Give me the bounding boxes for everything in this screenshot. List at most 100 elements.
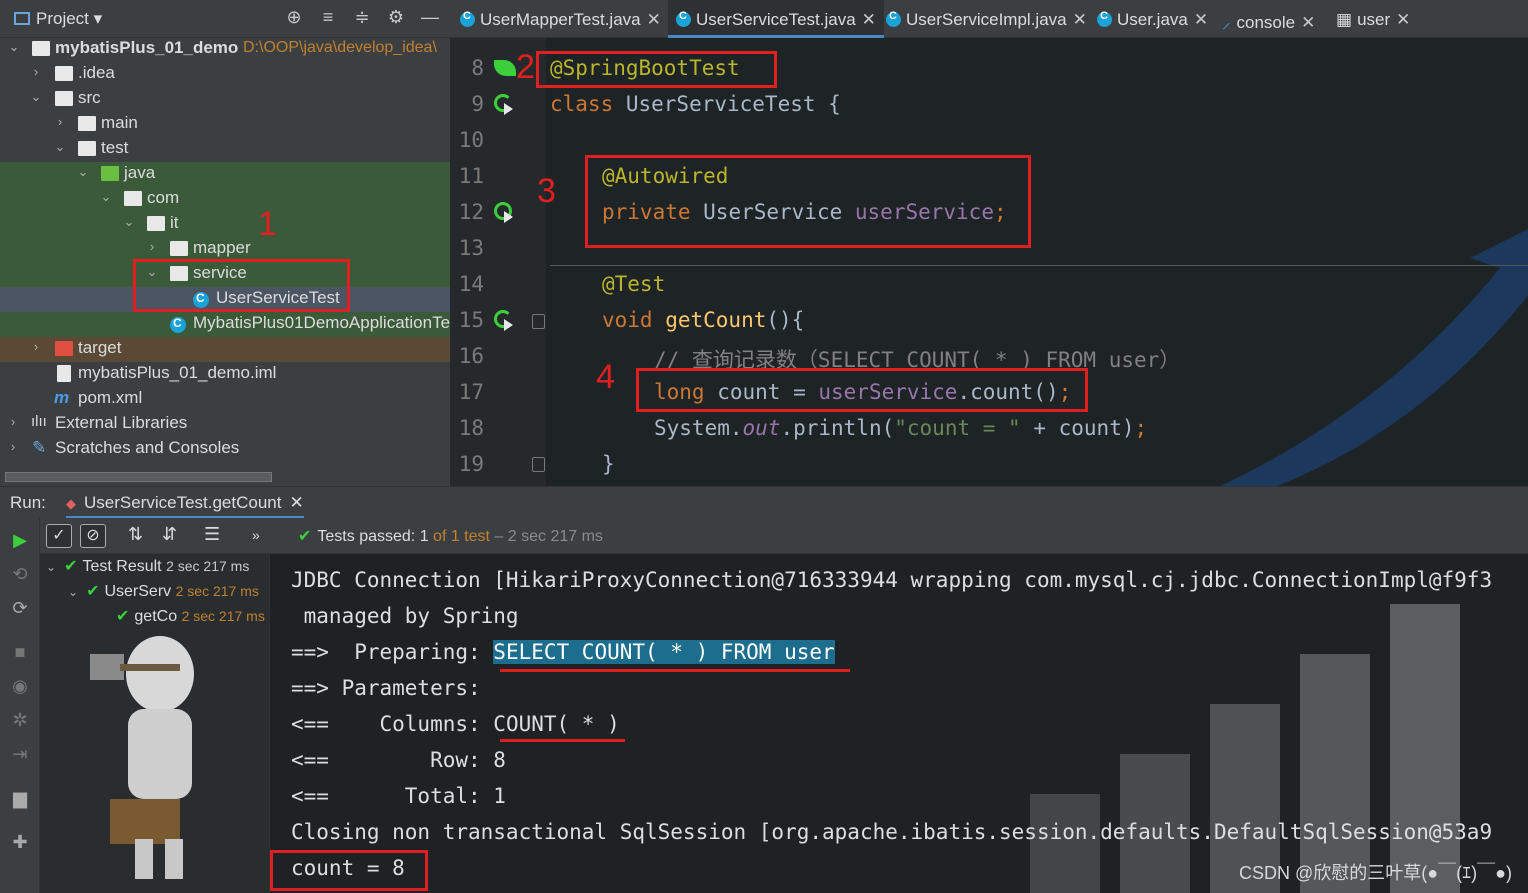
maven-icon: m — [54, 388, 70, 407]
check-icon: ✔ — [64, 558, 78, 575]
code-line-14: @Test — [602, 272, 666, 296]
show-passed-button[interactable]: ✓ — [46, 524, 72, 548]
background-bars-decoration — [1030, 604, 1460, 893]
rerun-failed-icon[interactable]: ⟲ — [11, 564, 29, 584]
expand-all-icon[interactable]: ≡ — [318, 7, 338, 28]
locate-icon[interactable]: ⊕ — [284, 7, 304, 28]
run-class-icon[interactable] — [494, 94, 516, 116]
tree-node-root[interactable]: ⌄ mybatisPlus_01_demo D:\OOP\java\develo… — [0, 37, 450, 62]
rerun-icon[interactable]: ▶ — [11, 530, 29, 550]
layout-icon[interactable]: ▆ — [11, 788, 29, 808]
test-node-method[interactable]: ✔ getCo 2 sec 217 ms — [116, 606, 265, 631]
tree-node-app-test[interactable]: MybatisPlus01DemoApplicationTe — [0, 312, 450, 337]
folder-icon — [78, 116, 96, 131]
package-icon — [170, 241, 188, 256]
tab-user-service-impl[interactable]: UserServiceImpl.java✕ — [886, 0, 1087, 38]
tree-node-iml[interactable]: mybatisPlus_01_demo.iml — [0, 362, 450, 387]
line-number: 12 — [458, 200, 484, 224]
more-icon[interactable]: » — [252, 527, 260, 543]
console-line: <== Columns: COUNT( * ) — [291, 712, 620, 736]
code-editor[interactable]: 8 9 10 11 12 13 14 15 16 17 18 19 @Sprin… — [450, 38, 1528, 486]
close-icon[interactable]: ✕ — [1194, 10, 1208, 29]
run-tab-get-count[interactable]: ◆ UserServiceTest.getCount ✕ — [66, 487, 304, 519]
console-line: JDBC Connection [HikariProxyConnection@7… — [291, 568, 1493, 592]
close-icon[interactable]: ✕ — [862, 10, 876, 29]
hide-icon[interactable]: — — [420, 7, 440, 28]
chevron-down-icon: ⌄ — [68, 585, 79, 599]
fold-icon[interactable] — [532, 457, 545, 472]
console-line: ==> Preparing: SELECT COUNT( * ) FROM us… — [291, 640, 835, 664]
console-line: <== Total: 1 — [291, 784, 506, 808]
folder-icon — [78, 141, 96, 156]
pin-icon[interactable]: ✚ — [11, 832, 29, 852]
tree-node-src[interactable]: ⌄ src — [0, 87, 450, 112]
folder-icon — [55, 91, 73, 106]
camera-icon[interactable]: ◉ — [11, 676, 29, 696]
close-icon[interactable]: ✕ — [647, 10, 661, 29]
settings-icon[interactable]: ✲ — [11, 710, 29, 730]
node-label: main — [101, 113, 138, 132]
module-folder-icon — [32, 41, 50, 56]
tests-status: ✔ Tests passed: 1 of 1 test – 2 sec 217 m… — [298, 528, 603, 545]
tree-node-it[interactable]: ⌄ it — [0, 212, 450, 237]
tree-node-external-libraries[interactable]: › ılıı External Libraries — [0, 412, 450, 437]
test-config-icon: ◆ — [66, 496, 76, 511]
test-node-class[interactable]: ⌄ ✔ UserServ 2 sec 217 ms — [68, 581, 259, 606]
tree-node-scratches[interactable]: › ✎ Scratches and Consoles — [0, 437, 450, 462]
tree-node-java[interactable]: ⌄ java — [0, 162, 450, 187]
test-node-result[interactable]: ⌄ ✔ Test Result 2 sec 217 ms — [46, 556, 249, 581]
chevron-right-icon: › — [57, 114, 63, 129]
close-icon[interactable]: ✕ — [1396, 10, 1410, 29]
expand-icon[interactable]: ☰ — [204, 524, 220, 545]
tree-node-pom[interactable]: m pom.xml — [0, 387, 450, 412]
navigate-bean-icon[interactable] — [494, 202, 516, 224]
project-window-icon — [14, 12, 30, 25]
tab-user-java[interactable]: User.java✕ — [1097, 0, 1208, 38]
toggle-auto-test-icon[interactable]: ⟳ — [11, 598, 29, 618]
line-number: 15 — [458, 308, 484, 332]
code-line-19: } — [602, 452, 615, 476]
tree-node-test[interactable]: ⌄ test — [0, 137, 450, 162]
tab-user-table[interactable]: ▦ user ✕ — [1336, 0, 1410, 38]
tree-node-com[interactable]: ⌄ com — [0, 187, 450, 212]
run-test-icon[interactable] — [494, 310, 516, 332]
show-ignored-button[interactable]: ⊘ — [80, 524, 106, 548]
tree-node-target[interactable]: › target — [0, 337, 450, 362]
tab-console[interactable]: ⸝ console ✕ — [1222, 0, 1315, 38]
code-line-18: System.out.println("count = " + count); — [654, 416, 1148, 440]
fold-icon[interactable] — [532, 314, 545, 329]
stop-icon[interactable]: ■ — [11, 642, 29, 662]
spring-bean-icon[interactable] — [494, 58, 516, 80]
folder-icon — [55, 66, 73, 81]
node-label: com — [147, 188, 180, 207]
chevron-right-icon: › — [10, 414, 16, 429]
tree-node-main[interactable]: › main — [0, 112, 450, 137]
root-path: D:\OOP\java\develop_idea\ — [243, 39, 437, 56]
tab-user-mapper-test[interactable]: UserMapperTest.java✕ — [460, 0, 661, 38]
sort-alpha-icon[interactable]: ⇅ — [128, 524, 143, 545]
close-icon[interactable]: ✕ — [1073, 10, 1087, 29]
close-icon[interactable]: ✕ — [1301, 13, 1315, 32]
watermark: CSDN @欣慰的三叶草(●￣(ｴ)￣●) — [1239, 863, 1512, 883]
package-icon — [124, 191, 142, 206]
horizontal-scrollbar[interactable] — [5, 472, 272, 482]
chevron-right-icon: › — [33, 339, 39, 354]
chevron-right-icon: › — [33, 64, 39, 79]
node-label: Scratches and Consoles — [55, 438, 240, 457]
collapse-all-icon[interactable]: ≑ — [352, 7, 372, 28]
console-output[interactable]: JDBC Connection [HikariProxyConnection@7… — [270, 554, 1528, 893]
background-arrow-decoration — [1220, 229, 1528, 486]
exit-icon[interactable]: ⇥ — [11, 744, 29, 764]
node-label: mybatisPlus_01_demo.iml — [78, 363, 277, 382]
project-view-selector[interactable]: Project ▾ — [14, 9, 102, 29]
tree-node-idea[interactable]: › .idea — [0, 62, 450, 87]
code-line-9: class UserServiceTest { — [550, 92, 841, 116]
mark-number: 4 — [596, 358, 615, 396]
node-label: External Libraries — [55, 413, 188, 432]
close-icon[interactable]: ✕ — [289, 493, 303, 512]
gear-icon[interactable]: ⚙ — [386, 7, 406, 28]
sort-duration-icon[interactable]: ⇵ — [162, 524, 177, 545]
chevron-down-icon: ⌄ — [8, 39, 20, 54]
console-line: managed by Spring — [291, 604, 519, 628]
tab-user-service-test[interactable]: UserServiceTest.java✕ — [668, 0, 884, 38]
